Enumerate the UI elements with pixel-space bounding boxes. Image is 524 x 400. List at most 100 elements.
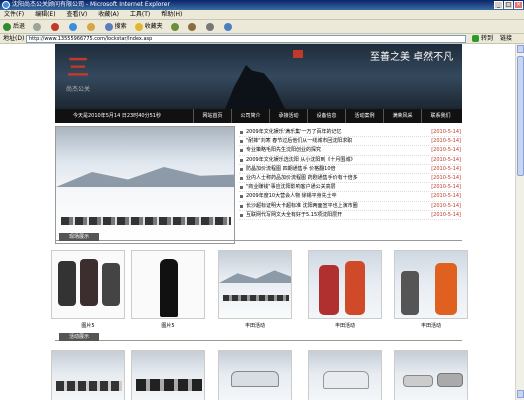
activity-thumbnail[interactable] <box>51 350 125 400</box>
nav-contact[interactable]: 联系我们 <box>421 109 459 123</box>
menu-tools[interactable]: 工具(T) <box>130 11 150 18</box>
parked-cars <box>56 381 122 391</box>
menu-edit[interactable]: 编辑(E) <box>35 11 55 18</box>
minimize-button[interactable]: _ <box>494 1 503 9</box>
menu-favorites[interactable]: 收藏(A) <box>98 11 119 18</box>
news-item[interactable]: 2009年文化娱乐选沈阳 从小沈阳到《十月围城》 [2010-5-14] <box>239 156 461 165</box>
activity-thumbnail[interactable] <box>308 350 382 400</box>
photo-thumbnail[interactable] <box>51 250 125 319</box>
news-item[interactable]: 业内人士称药品加价流程图 药剧通售手价有十倍多 [2010-5-14] <box>239 174 461 184</box>
person-figure <box>319 265 339 315</box>
nav-about[interactable]: 公司简介 <box>231 109 269 123</box>
stop-icon <box>50 22 59 31</box>
mountain-shape <box>219 270 291 283</box>
history-button[interactable] <box>170 20 181 34</box>
window-title: 沈阳尚杰公关顾问有限公司 - Microsoft Internet Explor… <box>12 1 170 8</box>
news-item[interactable]: "商业赚钱"事应沈阳影响客户通公关高层 [2010-5-14] <box>239 183 461 193</box>
news-item[interactable]: 互联网代写网文大全有好于5.15项沈阳层开 [2010-5-14] <box>239 211 461 220</box>
search-icon <box>104 22 113 31</box>
activity-thumbnail[interactable] <box>131 350 205 400</box>
person-figure <box>102 263 120 306</box>
section-activity-header: 活动展示 <box>55 333 462 341</box>
news-item[interactable]: 2009年文化娱乐'满乐集'一万了百年的记忆 [2010-5-14] <box>239 128 461 138</box>
activity-thumbnail[interactable] <box>218 350 292 400</box>
model-figure <box>160 259 178 317</box>
news-item[interactable]: 长沙超标证明大卡超标准 沈阳两面宣平也上演市圈 [2010-5-14] <box>239 202 461 211</box>
main-nav: 网站首页 公司简介 承接活动 设备信息 活动案例 满荣风采 联系我们 <box>193 109 459 123</box>
photo-gallery: 图片5 图片5 丰田活动 丰田活动 丰田活动 <box>51 250 468 333</box>
address-label: 地址(D) <box>3 35 25 42</box>
section-activity-tab[interactable]: 活动展示 <box>59 333 99 341</box>
site-slogan: 至善之美 卓然不凡 <box>370 52 454 63</box>
car-shape <box>437 373 463 387</box>
bullet-icon <box>240 140 243 144</box>
bullet-icon <box>240 195 243 199</box>
home-icon <box>86 22 95 31</box>
nav-services[interactable]: 承接活动 <box>269 109 307 123</box>
menu-view[interactable]: 查看(V) <box>66 11 87 18</box>
news-item[interactable]: 防晶加价流程图 四期通售手 价格翻10倍 [2010-5-14] <box>239 165 461 174</box>
bullet-icon <box>240 213 243 217</box>
site-banner: 三 尚杰公关 至善之美 卓然不凡 <box>55 44 462 109</box>
section-display-header: 现场展示 <box>55 233 462 241</box>
go-button[interactable]: 转到 <box>472 34 493 44</box>
photo-thumbnail[interactable] <box>131 250 205 319</box>
close-button[interactable]: × <box>514 1 523 9</box>
news-item[interactable]: 2009年度10大营会人物 徐锡平身先士卒 [2010-5-14] <box>239 192 461 202</box>
stop-button[interactable] <box>50 20 61 34</box>
address-input[interactable]: http://www.13555966775.com/lockstar/Inde… <box>26 35 466 43</box>
search-button[interactable]: 搜索 <box>104 20 127 34</box>
photo-thumbnail[interactable] <box>218 250 292 319</box>
section-display-tab[interactable]: 现场展示 <box>59 233 99 241</box>
photo-caption[interactable]: 丰田活动 <box>308 322 382 329</box>
photo-caption[interactable]: 丰田活动 <box>218 322 292 329</box>
page-viewport: 三 尚杰公关 至善之美 卓然不凡 今天是2010年5月14 日23时40分51秒… <box>0 44 515 400</box>
refresh-button[interactable] <box>68 20 79 34</box>
address-bar: 地址(D) http://www.13555966775.com/locksta… <box>0 34 524 44</box>
photo-thumbnail[interactable] <box>394 250 468 319</box>
parked-cars <box>61 217 231 225</box>
forward-arrow-icon <box>32 22 41 31</box>
activity-thumbnail[interactable] <box>394 350 468 400</box>
parked-cars <box>136 379 202 391</box>
bullet-icon <box>240 158 243 162</box>
menu-help[interactable]: 帮助(H) <box>161 11 182 18</box>
person-figure <box>80 259 98 306</box>
nav-gallery[interactable]: 满荣风采 <box>383 109 421 123</box>
links-button[interactable]: 链接 <box>500 34 512 44</box>
photo-thumbnail[interactable] <box>308 250 382 319</box>
maximize-button[interactable]: □ <box>504 1 513 9</box>
photo-caption[interactable]: 图片5 <box>131 322 205 329</box>
go-arrow-icon <box>472 35 479 42</box>
nav-home[interactable]: 网站首页 <box>193 109 231 123</box>
photo-caption[interactable]: 丰田活动 <box>394 322 468 329</box>
back-button[interactable]: 后退 <box>3 20 25 34</box>
edit-button[interactable] <box>224 20 234 34</box>
scroll-thumb[interactable] <box>517 56 524 176</box>
forward-button[interactable] <box>32 20 43 34</box>
favorites-button[interactable]: 收藏夹 <box>134 20 163 34</box>
person-figure <box>435 263 457 315</box>
date-line: 今天是2010年5月14 日23时40分51秒 <box>73 113 161 119</box>
menu-file[interactable]: 文件(F) <box>4 11 24 18</box>
flag-icon <box>293 50 303 58</box>
feature-image[interactable] <box>55 126 235 244</box>
news-list: 2009年文化娱乐'满乐集'一万了百年的记忆 [2010-5-14] "耐摔"刘寒… <box>239 128 461 220</box>
scroll-down-arrow[interactable] <box>517 390 524 398</box>
refresh-icon <box>68 22 77 31</box>
news-item[interactable]: 专业策略毛阳先生沈阳创业的探究 [2010-5-14] <box>239 146 461 156</box>
ie-icon <box>2 1 10 9</box>
star-icon <box>134 22 143 31</box>
photo-caption[interactable]: 图片5 <box>51 322 125 329</box>
nav-equipment[interactable]: 设备信息 <box>307 109 345 123</box>
nav-cases[interactable]: 活动案例 <box>345 109 383 123</box>
home-button[interactable] <box>86 20 97 34</box>
mail-button[interactable] <box>188 20 198 34</box>
edit-icon <box>224 22 233 31</box>
print-button[interactable] <box>206 20 216 34</box>
person-figure <box>58 261 76 306</box>
scroll-up-arrow[interactable] <box>517 45 524 53</box>
vertical-scrollbar[interactable] <box>515 44 524 400</box>
news-item[interactable]: "耐摔"刘寒 春节过后他们从一线城市回沈阳求职 [2010-5-14] <box>239 137 461 147</box>
back-arrow-icon <box>3 22 11 31</box>
